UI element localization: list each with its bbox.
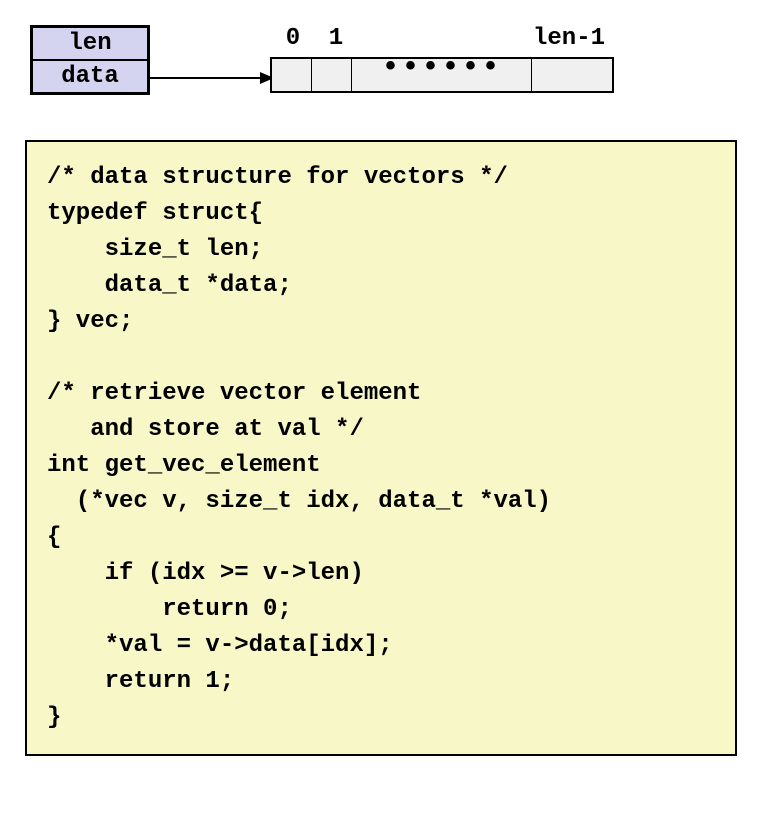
array-cell-0 xyxy=(272,59,312,91)
code-block: /* data structure for vectors */ typedef… xyxy=(25,140,737,756)
code-line: } vec; xyxy=(47,308,133,335)
code-line: size_t len; xyxy=(47,236,263,263)
array-box: •••••• xyxy=(270,57,614,93)
vector-diagram: len data 0 1 len-1 •••••• xyxy=(20,20,742,120)
array-index-labels: 0 1 len-1 xyxy=(273,25,619,52)
index-label-last: len-1 xyxy=(519,25,619,52)
struct-field-data: data xyxy=(32,60,148,93)
code-line: /* retrieve vector element xyxy=(47,380,421,407)
index-label-1: 1 xyxy=(313,25,359,52)
code-line: and store at val */ xyxy=(47,416,364,443)
code-line: *val = v->data[idx]; xyxy=(47,632,393,659)
index-label-spacer xyxy=(359,25,519,52)
code-line: /* data structure for vectors */ xyxy=(47,164,508,191)
code-line: { xyxy=(47,524,61,551)
struct-box: len data xyxy=(30,25,150,95)
code-line: (*vec v, size_t idx, data_t *val) xyxy=(47,488,551,515)
code-line: data_t *data; xyxy=(47,272,292,299)
struct-field-len: len xyxy=(32,27,148,60)
code-line: return 0; xyxy=(47,596,292,623)
array-cell-1 xyxy=(312,59,352,91)
array-cell-last xyxy=(532,59,612,91)
code-line: return 1; xyxy=(47,668,234,695)
code-line: } xyxy=(47,704,61,731)
pointer-arrow xyxy=(148,68,274,88)
array-cell-ellipsis: •••••• xyxy=(352,59,532,91)
index-label-0: 0 xyxy=(273,25,313,52)
code-line: if (idx >= v->len) xyxy=(47,560,364,587)
code-line: int get_vec_element xyxy=(47,452,321,479)
code-line: typedef struct{ xyxy=(47,200,263,227)
